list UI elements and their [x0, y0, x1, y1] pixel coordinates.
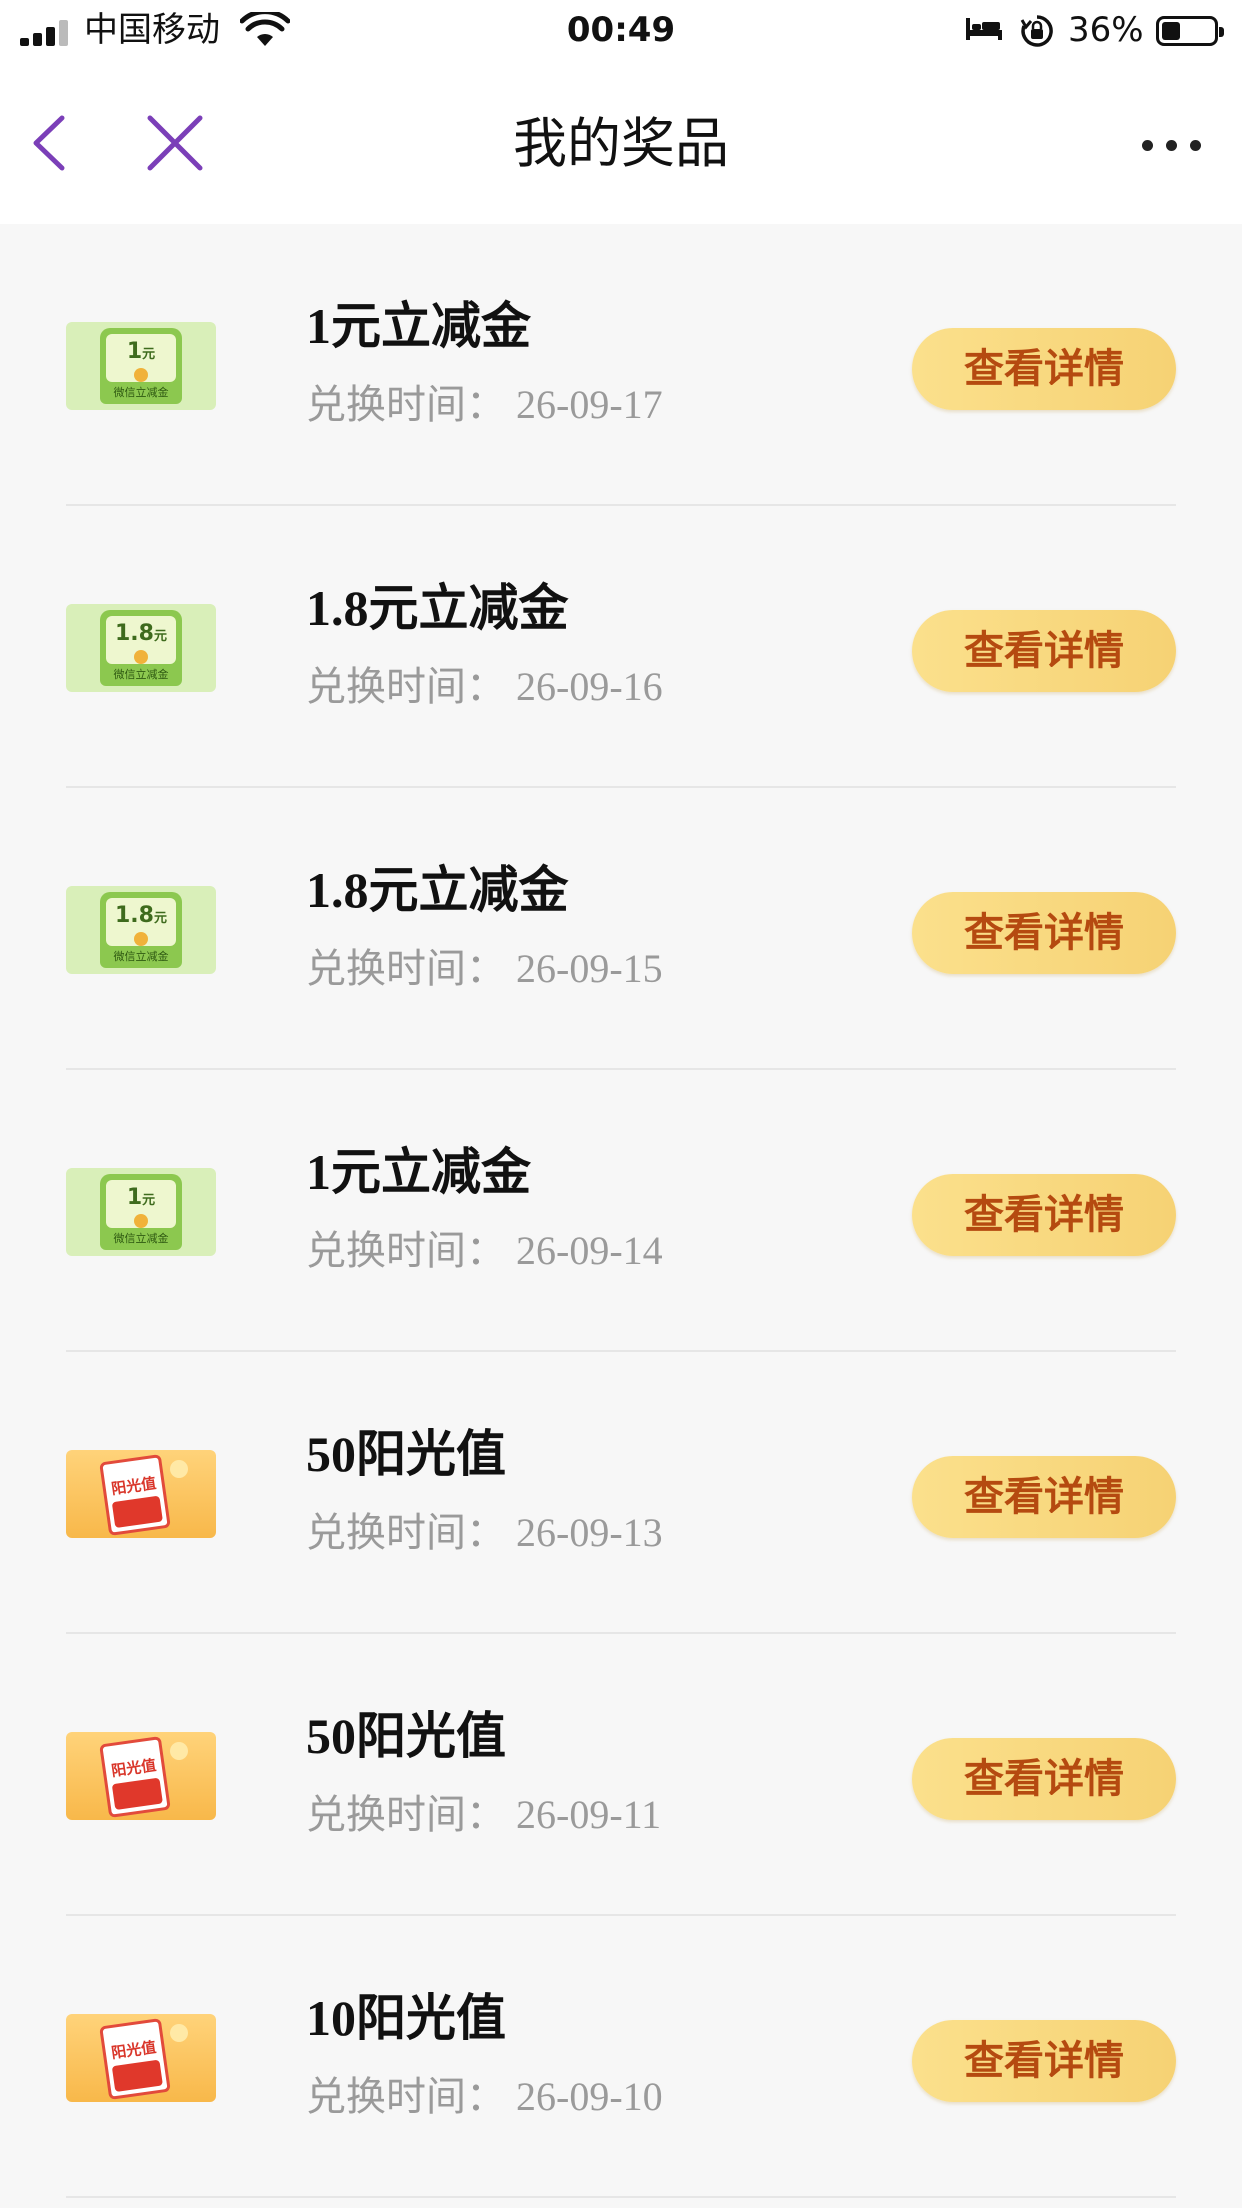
prize-name: 1.8元立减金	[306, 862, 569, 918]
thumb-label: 阳光值	[110, 2038, 158, 2063]
envelope-icon: 1元 微信立减金	[100, 1174, 182, 1250]
thumb-amount: 1	[126, 1185, 143, 1210]
battery-level	[1162, 22, 1180, 40]
view-details-button[interactable]: 查看详情	[912, 328, 1176, 410]
thumb-label: 阳光值	[110, 1756, 158, 1781]
rotation-lock-icon	[1020, 15, 1053, 47]
redeem-time: 兑换时间： 26-09-11	[306, 1792, 662, 1837]
coin-icon	[134, 932, 148, 946]
sun-icon	[170, 1460, 188, 1478]
nav-bar: 我的奖品	[0, 64, 1242, 224]
battery-percent: 36%	[1068, 10, 1144, 50]
view-details-button[interactable]: 查看详情	[912, 1456, 1176, 1538]
redeem-time: 兑换时间： 26-09-15	[306, 946, 663, 991]
coupon-envelope-image: 1.8元 微信立减金	[66, 886, 216, 974]
list-item: 1.8元 微信立减金 1.8元立减金 兑换时间： 26-09-16 查看详情	[0, 506, 1242, 788]
red-packet-icon: 阳光值	[99, 1454, 171, 1536]
list-item: 1元 微信立减金 1元立减金 兑换时间： 26-09-17 查看详情	[0, 224, 1242, 506]
coupon-envelope-image: 1元 微信立减金	[66, 1168, 216, 1256]
red-packet-icon: 阳光值	[99, 1736, 171, 1818]
sun-icon	[170, 1742, 188, 1760]
thumb-amount: 1.8	[115, 903, 154, 928]
redeem-time: 兑换时间： 26-09-16	[306, 664, 663, 709]
thumb-unit: 元	[142, 347, 156, 362]
view-details-button[interactable]: 查看详情	[912, 1738, 1176, 1820]
thumb-caption: 微信立减金	[113, 386, 169, 399]
thumb-caption: 微信立减金	[113, 950, 169, 963]
sun-icon	[170, 2024, 188, 2042]
prize-name: 50阳光值	[306, 1708, 506, 1764]
list-item: 阳光值 50阳光值 兑换时间： 26-09-13 查看详情	[0, 1352, 1242, 1634]
view-details-button[interactable]: 查看详情	[912, 892, 1176, 974]
envelope-icon: 1元 微信立减金	[100, 328, 182, 404]
thumb-caption: 微信立减金	[113, 1232, 169, 1245]
more-dots-icon[interactable]	[1140, 124, 1204, 164]
redeem-time: 兑换时间： 26-09-13	[306, 1510, 663, 1555]
envelope-icon: 1.8元 微信立减金	[100, 892, 182, 968]
prize-name: 1.8元立减金	[306, 580, 569, 636]
redeem-time: 兑换时间： 26-09-17	[306, 382, 663, 427]
prize-list: 1元 微信立减金 1元立减金 兑换时间： 26-09-17 查看详情 1.8元 …	[0, 224, 1242, 2198]
prize-name: 50阳光值	[306, 1426, 506, 1482]
coin-icon	[134, 368, 148, 382]
prize-name: 1元立减金	[306, 298, 531, 354]
view-details-button[interactable]: 查看详情	[912, 2020, 1176, 2102]
thumb-caption: 微信立减金	[113, 668, 169, 681]
divider	[66, 2196, 1176, 2198]
sunshine-card-image: 阳光值	[66, 1732, 216, 1820]
thumb-amount: 1	[126, 339, 143, 364]
list-item: 1元 微信立减金 1元立减金 兑换时间： 26-09-14 查看详情	[0, 1070, 1242, 1352]
page-title: 我的奖品	[513, 112, 729, 175]
coin-icon	[134, 650, 148, 664]
red-packet-icon: 阳光值	[99, 2018, 171, 2100]
status-bar: 中国移动 00:49 36%	[0, 0, 1242, 64]
list-item: 阳光值 10阳光值 兑换时间： 26-09-10 查看详情	[0, 1916, 1242, 2198]
prize-name: 10阳光值	[306, 1990, 506, 2046]
redeem-time: 兑换时间： 26-09-14	[306, 1228, 663, 1273]
status-time: 00:49	[566, 10, 676, 50]
coupon-envelope-image: 1.8元 微信立减金	[66, 604, 216, 692]
sunshine-card-image: 阳光值	[66, 1450, 216, 1538]
sunshine-card-image: 阳光值	[66, 2014, 216, 2102]
list-item: 1.8元 微信立减金 1.8元立减金 兑换时间： 26-09-15 查看详情	[0, 788, 1242, 1070]
prize-name: 1元立减金	[306, 1144, 531, 1200]
battery-icon	[1156, 16, 1224, 46]
thumb-amount: 1.8	[115, 621, 154, 646]
view-details-button[interactable]: 查看详情	[912, 610, 1176, 692]
redeem-time: 兑换时间： 26-09-10	[306, 2074, 663, 2119]
list-item: 阳光值 50阳光值 兑换时间： 26-09-11 查看详情	[0, 1634, 1242, 1916]
envelope-icon: 1.8元 微信立减金	[100, 610, 182, 686]
coupon-envelope-image: 1元 微信立减金	[66, 322, 216, 410]
thumb-label: 阳光值	[110, 1474, 158, 1499]
thumb-unit: 元	[142, 1193, 156, 1208]
thumb-unit: 元	[153, 911, 167, 926]
bed-icon	[966, 18, 1002, 40]
coin-icon	[134, 1214, 148, 1228]
thumb-unit: 元	[153, 629, 167, 644]
view-details-button[interactable]: 查看详情	[912, 1174, 1176, 1256]
